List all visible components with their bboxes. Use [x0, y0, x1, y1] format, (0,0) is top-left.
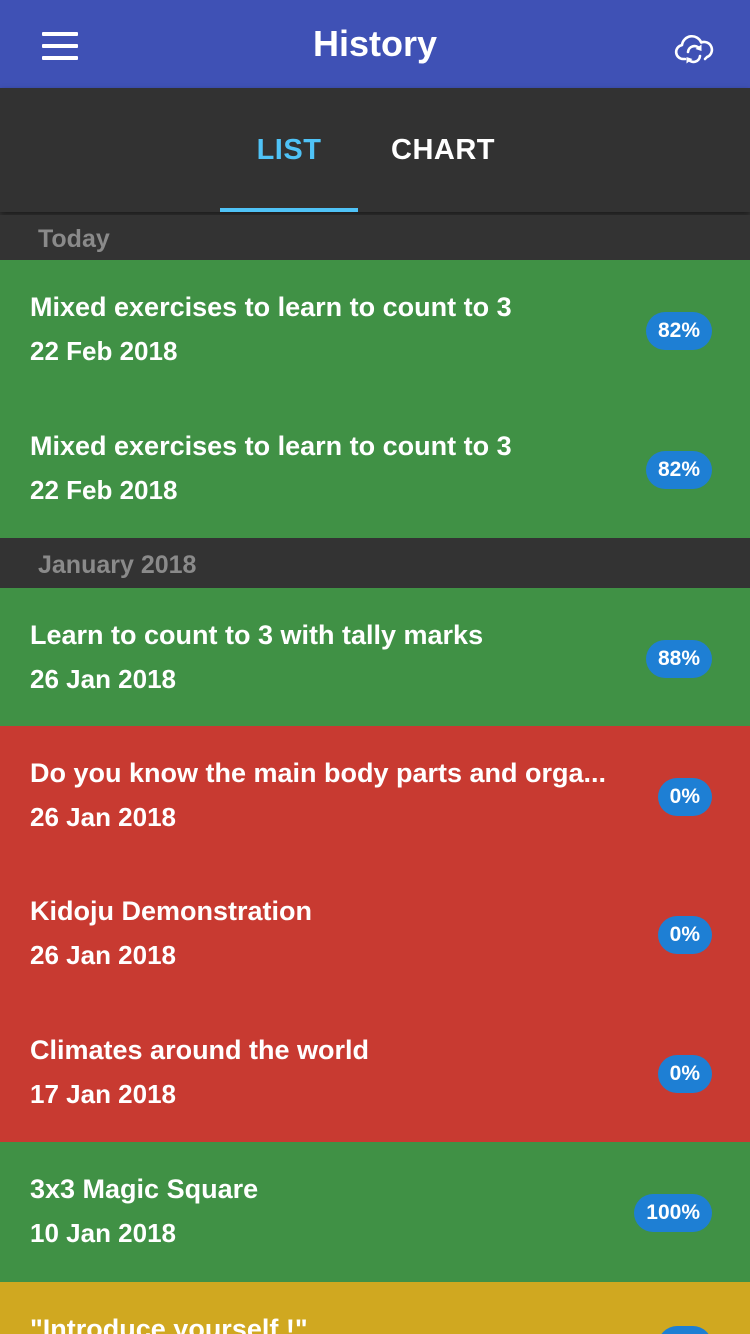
list-item[interactable]: Kidoju Demonstration 26 Jan 2018 0%	[0, 864, 750, 1003]
item-date: 26 Jan 2018	[30, 664, 177, 694]
item-date: 26 Jan 2018	[30, 940, 177, 970]
item-date: 22 Feb 2018	[30, 475, 178, 505]
item-title: Mixed exercises to learn to count to 3	[30, 292, 512, 322]
item-title: Learn to count to 3 with tally marks	[30, 620, 484, 650]
score-badge: 88%	[645, 640, 712, 678]
score-badge: 100%	[634, 1194, 712, 1232]
item-title: Climates around the world	[30, 1035, 370, 1065]
list-item[interactable]: Learn to count to 3 with tally marks 26 …	[0, 588, 750, 726]
section-header-january: January 2018	[0, 541, 750, 589]
item-title: "Introduce yourself !"	[30, 1314, 308, 1334]
list-item[interactable]: Climates around the world 17 Jan 2018 0%	[0, 1003, 750, 1142]
list-item[interactable]: Do you know the main body parts and orga…	[0, 726, 750, 865]
item-date: 10 Jan 2018	[30, 1218, 177, 1248]
item-title: Mixed exercises to learn to count to 3	[30, 431, 512, 461]
item-date: 26 Jan 2018	[30, 802, 177, 832]
page-title: History	[312, 23, 438, 64]
item-date: 22 Feb 2018	[30, 336, 178, 366]
list-item[interactable]: Mixed exercises to learn to count to 3 2…	[0, 260, 750, 399]
tab-chart[interactable]: CHART	[370, 88, 516, 212]
score-badge	[658, 1326, 712, 1334]
item-title: Kidoju Demonstration	[30, 896, 312, 926]
list-item[interactable]: "Introduce yourself !"	[0, 1282, 750, 1334]
cloud-sync-icon[interactable]	[674, 28, 714, 68]
list-item[interactable]: Mixed exercises to learn to count to 3 2…	[0, 399, 750, 538]
item-title: Do you know the main body parts and orga…	[30, 758, 607, 788]
active-tab-indicator	[220, 208, 358, 212]
score-badge: 82%	[645, 451, 712, 489]
section-header-today: Today	[0, 215, 750, 263]
score-badge: 0%	[657, 1055, 712, 1093]
item-date: 17 Jan 2018	[30, 1079, 177, 1109]
score-badge: 82%	[645, 312, 712, 350]
tab-bar: LIST CHART	[0, 88, 750, 212]
score-badge: 0%	[657, 916, 712, 954]
item-title: 3x3 Magic Square	[30, 1174, 259, 1204]
hamburger-menu-icon[interactable]	[42, 32, 78, 60]
app-bar: History	[0, 0, 750, 88]
list-item[interactable]: 3x3 Magic Square 10 Jan 2018 100%	[0, 1142, 750, 1282]
tab-list[interactable]: LIST	[220, 88, 358, 212]
score-badge: 0%	[657, 778, 712, 816]
